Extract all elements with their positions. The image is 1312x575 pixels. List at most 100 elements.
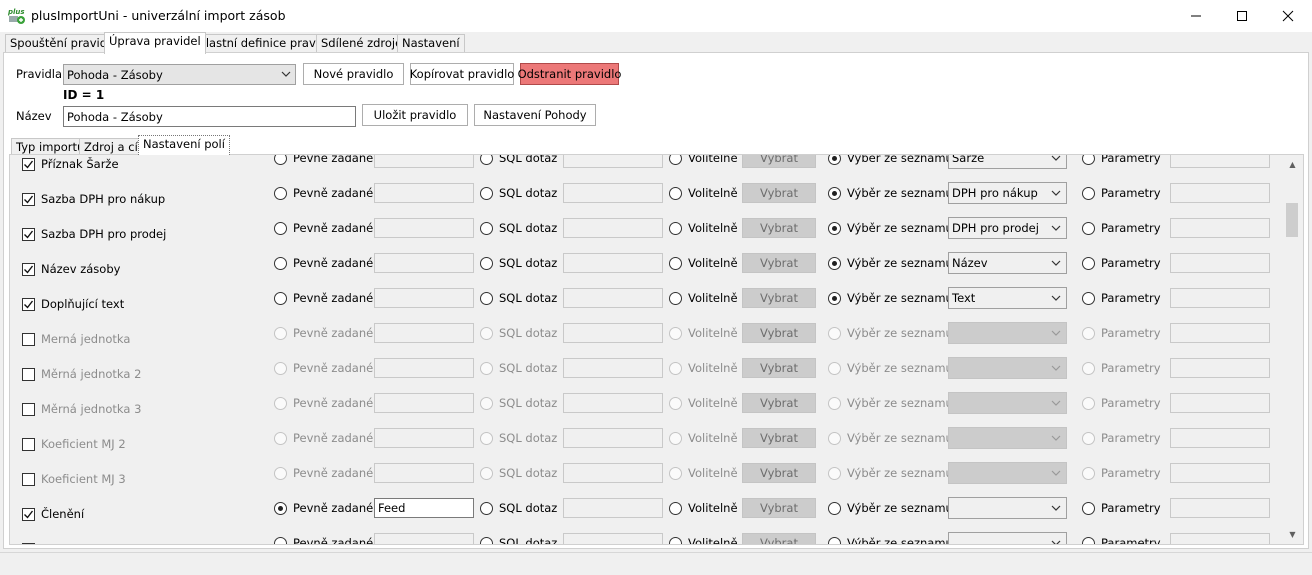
- sql-query-radio[interactable]: [480, 502, 493, 515]
- choose-button[interactable]: Vybrat: [742, 428, 816, 448]
- parameters-input[interactable]: [1170, 463, 1270, 483]
- parameters-radio[interactable]: [1082, 397, 1095, 410]
- list-column-select[interactable]: [948, 357, 1067, 379]
- fixed-value-input[interactable]: [374, 428, 474, 448]
- tab-nastaveni[interactable]: Nastavení: [397, 34, 465, 53]
- optional-radio[interactable]: [669, 432, 682, 445]
- field-enabled-checkbox[interactable]: [22, 473, 35, 486]
- sql-query-radio[interactable]: [480, 222, 493, 235]
- fixed-value-input[interactable]: [374, 218, 474, 238]
- sql-query-input[interactable]: [563, 463, 663, 483]
- fixed-value-input[interactable]: [374, 393, 474, 413]
- sql-query-input[interactable]: [563, 183, 663, 203]
- list-column-select[interactable]: [948, 322, 1067, 344]
- parameters-input[interactable]: [1170, 288, 1270, 308]
- list-column-select[interactable]: [948, 392, 1067, 414]
- parameters-radio[interactable]: [1082, 292, 1095, 305]
- tab-nastaveni-poli[interactable]: Nastavení polí: [138, 135, 230, 155]
- field-enabled-checkbox[interactable]: [22, 158, 35, 171]
- list-column-select[interactable]: DPH pro prodej: [948, 217, 1067, 239]
- fixed-value-input[interactable]: [374, 183, 474, 203]
- choose-button[interactable]: Vybrat: [742, 393, 816, 413]
- parameters-input[interactable]: [1170, 358, 1270, 378]
- choose-button[interactable]: Vybrat: [742, 253, 816, 273]
- optional-radio[interactable]: [669, 397, 682, 410]
- fixed-value-radio[interactable]: [274, 155, 287, 165]
- fixed-value-input[interactable]: [374, 533, 474, 544]
- fixed-value-input[interactable]: [374, 463, 474, 483]
- fixed-value-radio[interactable]: [274, 257, 287, 270]
- sql-query-radio[interactable]: [480, 537, 493, 544]
- sql-query-radio[interactable]: [480, 187, 493, 200]
- fixed-value-radio[interactable]: [274, 292, 287, 305]
- optional-radio[interactable]: [669, 537, 682, 544]
- from-list-radio[interactable]: [828, 155, 841, 165]
- from-list-radio[interactable]: [828, 292, 841, 305]
- parameters-radio[interactable]: [1082, 502, 1095, 515]
- fixed-value-input[interactable]: [374, 253, 474, 273]
- rules-select[interactable]: Pohoda - Zásoby: [63, 64, 296, 85]
- field-enabled-checkbox[interactable]: [22, 403, 35, 416]
- fixed-value-input[interactable]: [374, 323, 474, 343]
- from-list-radio[interactable]: [828, 467, 841, 480]
- fixed-value-input[interactable]: [374, 288, 474, 308]
- parameters-input[interactable]: [1170, 393, 1270, 413]
- from-list-radio[interactable]: [828, 257, 841, 270]
- save-rule-button[interactable]: Uložit pravidlo: [362, 104, 468, 126]
- delete-rule-button[interactable]: Odstranit pravidlo: [518, 63, 621, 85]
- choose-button[interactable]: Vybrat: [742, 155, 816, 168]
- sql-query-radio[interactable]: [480, 292, 493, 305]
- sql-query-radio[interactable]: [480, 467, 493, 480]
- sql-query-input[interactable]: [563, 218, 663, 238]
- new-rule-button[interactable]: Nové pravidlo: [303, 63, 404, 85]
- list-column-select[interactable]: [948, 497, 1067, 519]
- sql-query-input[interactable]: [563, 428, 663, 448]
- field-enabled-checkbox[interactable]: [22, 333, 35, 346]
- scrollbar-thumb[interactable]: [1286, 203, 1298, 237]
- sql-query-radio[interactable]: [480, 155, 493, 165]
- sql-query-input[interactable]: [563, 253, 663, 273]
- field-enabled-checkbox[interactable]: [22, 228, 35, 241]
- list-column-select[interactable]: [948, 532, 1067, 544]
- parameters-radio[interactable]: [1082, 432, 1095, 445]
- fixed-value-radio[interactable]: [274, 432, 287, 445]
- sql-query-radio[interactable]: [480, 257, 493, 270]
- parameters-input[interactable]: [1170, 323, 1270, 343]
- sql-query-input[interactable]: [563, 323, 663, 343]
- choose-button[interactable]: Vybrat: [742, 218, 816, 238]
- field-enabled-checkbox[interactable]: [22, 298, 35, 311]
- fixed-value-input[interactable]: [374, 358, 474, 378]
- parameters-input[interactable]: [1170, 428, 1270, 448]
- fixed-value-input[interactable]: [374, 155, 474, 168]
- maximize-button[interactable]: [1219, 0, 1265, 32]
- parameters-radio[interactable]: [1082, 155, 1095, 165]
- from-list-radio[interactable]: [828, 327, 841, 340]
- sql-query-input[interactable]: [563, 155, 663, 168]
- scroll-up-icon[interactable]: ▲: [1284, 156, 1301, 173]
- tab-sdilene-zdroje[interactable]: Sdílené zdroje: [316, 34, 408, 53]
- parameters-input[interactable]: [1170, 498, 1270, 518]
- fixed-value-radio[interactable]: [274, 327, 287, 340]
- choose-button[interactable]: Vybrat: [742, 498, 816, 518]
- optional-radio[interactable]: [669, 222, 682, 235]
- sql-query-input[interactable]: [563, 288, 663, 308]
- sql-query-radio[interactable]: [480, 362, 493, 375]
- pohoda-settings-button[interactable]: Nastavení Pohody: [474, 104, 596, 126]
- field-enabled-checkbox[interactable]: [22, 368, 35, 381]
- optional-radio[interactable]: [669, 257, 682, 270]
- parameters-input[interactable]: [1170, 253, 1270, 273]
- fixed-value-radio[interactable]: [274, 397, 287, 410]
- sql-query-input[interactable]: [563, 358, 663, 378]
- optional-radio[interactable]: [669, 502, 682, 515]
- parameters-input[interactable]: [1170, 183, 1270, 203]
- choose-button[interactable]: Vybrat: [742, 358, 816, 378]
- sql-query-input[interactable]: [563, 498, 663, 518]
- optional-radio[interactable]: [669, 327, 682, 340]
- from-list-radio[interactable]: [828, 537, 841, 544]
- parameters-input[interactable]: [1170, 155, 1270, 168]
- list-column-select[interactable]: Text: [948, 287, 1067, 309]
- field-enabled-checkbox[interactable]: [22, 193, 35, 206]
- fixed-value-radio[interactable]: [274, 467, 287, 480]
- rule-name-input[interactable]: Pohoda - Zásoby: [63, 106, 356, 127]
- sql-query-radio[interactable]: [480, 327, 493, 340]
